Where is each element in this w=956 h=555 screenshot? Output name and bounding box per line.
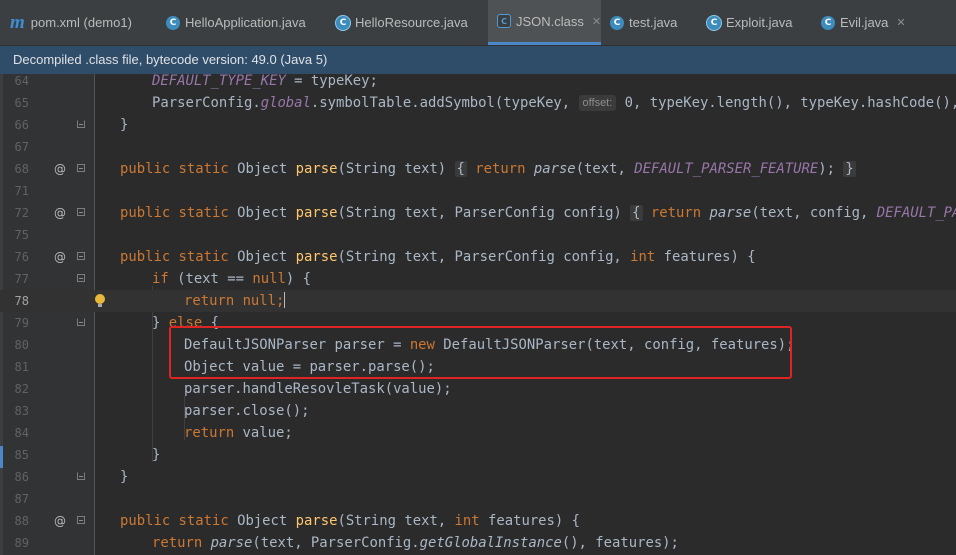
code-line-88[interactable]: 88 @ public static Object parse(String t…	[0, 510, 956, 532]
tab-pom-xml[interactable]: m pom.xml (demo1)	[10, 0, 158, 45]
line-number: 80	[14, 338, 29, 352]
tab-label: test.java	[629, 15, 678, 30]
line-number: 64	[14, 74, 29, 88]
code-text[interactable]: parser.handleResovleTask(value);	[184, 378, 452, 400]
code-line-68[interactable]: 68 @ public static Object parse(String t…	[0, 158, 956, 180]
maven-icon: m	[10, 11, 25, 33]
code-line-65[interactable]: 65 ParserConfig.global.symbolTable.addSy…	[0, 92, 956, 114]
java-class-icon: C	[166, 15, 180, 30]
fold-end-icon[interactable]	[77, 120, 85, 128]
line-number: 86	[14, 470, 29, 484]
line-number: 89	[14, 536, 29, 550]
code-line-64[interactable]: 64 DEFAULT_TYPE_KEY = typeKey;	[0, 70, 956, 92]
code-text[interactable]: }	[120, 466, 128, 488]
tab-label: pom.xml (demo1)	[30, 15, 132, 30]
fold-icon[interactable]	[77, 252, 85, 260]
line-number: 81	[14, 360, 29, 374]
code-line-84[interactable]: 84 return value;	[0, 422, 956, 444]
tab-label: Exploit.java	[726, 15, 793, 30]
lightbulb-icon[interactable]	[95, 294, 105, 307]
annotation-marker-icon[interactable]: @	[54, 510, 66, 532]
code-text[interactable]: if (text == null) {	[152, 268, 311, 290]
text-caret	[284, 292, 286, 308]
java-class-icon: C	[707, 15, 721, 30]
line-number: 67	[14, 140, 29, 154]
tab-hello-resource[interactable]: C HelloResource.java	[326, 0, 488, 45]
compiled-class-icon: C	[497, 14, 511, 28]
code-line-82[interactable]: 82 parser.handleResovleTask(value);	[0, 378, 956, 400]
code-line-87[interactable]: 87	[0, 488, 956, 510]
code-line-78[interactable]: 78 return null;	[0, 290, 956, 312]
highlight-annotation-box	[169, 326, 792, 379]
fold-end-icon[interactable]	[77, 318, 85, 326]
line-number: 65	[14, 96, 29, 110]
tab-label: Evil.java	[840, 15, 889, 30]
code-text[interactable]: public static Object parse(String text, …	[120, 202, 956, 224]
code-line-89[interactable]: 89 return parse(text, ParserConfig.getGl…	[0, 532, 956, 554]
code-text[interactable]: ParserConfig.global.symbolTable.addSymbo…	[152, 92, 956, 114]
code-line-71[interactable]: 71	[0, 180, 956, 202]
code-text[interactable]: }	[120, 114, 128, 136]
code-text[interactable]: public static Object parse(String text, …	[120, 510, 580, 532]
fold-icon[interactable]	[77, 164, 85, 172]
line-number: 84	[14, 426, 29, 440]
java-class-icon: C	[336, 15, 350, 30]
annotation-marker-icon[interactable]: @	[54, 202, 66, 224]
close-icon[interactable]: ✕	[896, 16, 905, 29]
code-line-66[interactable]: 66 }	[0, 114, 956, 136]
code-line-76[interactable]: 76 @ public static Object parse(String t…	[0, 246, 956, 268]
code-line-72[interactable]: 72 @ public static Object parse(String t…	[0, 202, 956, 224]
close-icon[interactable]: ✕	[592, 15, 601, 28]
code-line-75[interactable]: 75	[0, 224, 956, 246]
code-line-67[interactable]: 67	[0, 136, 956, 158]
line-number: 75	[14, 228, 29, 242]
tab-json-class[interactable]: C JSON.class ✕	[488, 0, 601, 45]
line-number: 76	[14, 250, 29, 264]
line-number: 88	[14, 514, 29, 528]
code-text[interactable]: DEFAULT_TYPE_KEY = typeKey;	[152, 70, 378, 92]
tab-hello-application[interactable]: C HelloApplication.java	[158, 0, 326, 45]
annotation-marker-icon[interactable]: @	[54, 246, 66, 268]
fold-icon[interactable]	[77, 208, 85, 216]
code-text[interactable]: public static Object parse(String text) …	[120, 158, 856, 180]
tab-test-java[interactable]: C test.java	[601, 0, 701, 45]
tab-evil-java[interactable]: C Evil.java ✕	[813, 0, 913, 45]
fold-icon[interactable]	[77, 516, 85, 524]
code-text[interactable]: return parse(text, ParserConfig.getGloba…	[152, 532, 679, 554]
java-class-icon: C	[610, 15, 624, 30]
line-number: 83	[14, 404, 29, 418]
code-text[interactable]: return value;	[184, 422, 293, 444]
line-number: 85	[14, 448, 29, 462]
line-number: 78	[14, 294, 29, 308]
line-number: 87	[14, 492, 29, 506]
code-line-77[interactable]: 77 if (text == null) {	[0, 268, 956, 290]
editor-tab-bar: m pom.xml (demo1) C HelloApplication.jav…	[0, 0, 956, 46]
line-number: 79	[14, 316, 29, 330]
line-number: 72	[14, 206, 29, 220]
tab-label: HelloApplication.java	[185, 15, 306, 30]
line-number: 66	[14, 118, 29, 132]
code-line-86[interactable]: 86 }	[0, 466, 956, 488]
annotation-marker-icon[interactable]: @	[54, 158, 66, 180]
tab-exploit-java[interactable]: C Exploit.java	[701, 0, 813, 45]
code-text[interactable]: }	[152, 444, 160, 466]
line-number: 71	[14, 184, 29, 198]
fold-end-icon[interactable]	[77, 472, 85, 480]
tab-label: HelloResource.java	[355, 15, 468, 30]
tab-label: JSON.class	[516, 13, 584, 29]
line-number: 82	[14, 382, 29, 396]
fold-icon[interactable]	[77, 274, 85, 282]
code-text[interactable]: return null;	[184, 290, 286, 312]
code-line-85[interactable]: 85 }	[0, 444, 956, 466]
parameter-hint: offset:	[578, 95, 617, 111]
line-number: 68	[14, 162, 29, 176]
java-class-icon: C	[821, 15, 835, 30]
code-text[interactable]: public static Object parse(String text, …	[120, 246, 756, 268]
code-line-83[interactable]: 83 parser.close();	[0, 400, 956, 422]
line-number: 77	[14, 272, 29, 286]
code-text[interactable]: parser.close();	[184, 400, 309, 422]
